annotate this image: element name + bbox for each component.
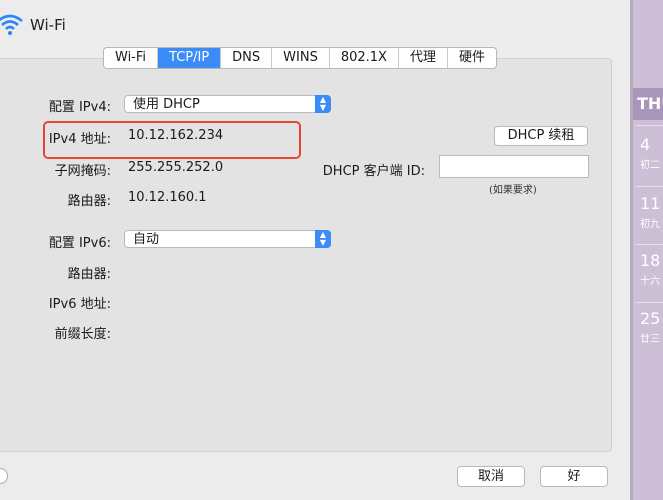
calendar-day-header: THU — [633, 88, 663, 120]
calendar-divider — [635, 244, 663, 245]
calendar-day-number: 25 — [640, 309, 661, 328]
settings-panel — [0, 58, 612, 452]
configure-ipv6-value: 自动 — [133, 232, 160, 247]
ok-button[interactable]: 好 — [540, 466, 608, 487]
help-button[interactable] — [0, 468, 8, 484]
ipv6-router-label: 路由器: — [67, 267, 111, 282]
configure-ipv4-value: 使用 DHCP — [133, 97, 200, 112]
subnet-mask-value: 255.255.252.0 — [128, 160, 224, 175]
calendar-lunar-date: 十六 — [640, 276, 660, 287]
tab-8021x[interactable]: 802.1X — [330, 48, 399, 68]
calendar-lunar-date: 初二 — [640, 160, 660, 171]
configure-ipv4-label: 配置 IPv4: — [48, 100, 111, 115]
subnet-mask-label: 子网掩码: — [54, 164, 111, 179]
calendar-day-number: 11 — [640, 194, 661, 213]
calendar-day-number: 4 — [640, 135, 651, 154]
tab-wins[interactable]: WINS — [272, 48, 330, 68]
tab-wifi[interactable]: Wi-Fi — [104, 48, 159, 68]
calendar-day-number: 18 — [640, 251, 661, 270]
dhcp-renew-button[interactable]: DHCP 续租 — [494, 126, 588, 146]
ipv6-address-label: IPv6 地址: — [48, 297, 111, 312]
chevron-updown-icon: ▲ ▼ — [315, 95, 331, 113]
calendar-divider — [635, 302, 663, 303]
dhcp-client-id-hint: (如果要求) — [489, 185, 537, 196]
cancel-button[interactable]: 取消 — [457, 466, 525, 487]
tab-proxy[interactable]: 代理 — [399, 48, 448, 68]
tab-hardware[interactable]: 硬件 — [448, 48, 496, 68]
calendar-lunar-date: 初九 — [640, 219, 660, 230]
configure-ipv6-select[interactable]: 自动 ▲ ▼ — [124, 230, 331, 248]
wifi-icon — [0, 14, 23, 35]
window-title: Wi-Fi — [30, 16, 66, 34]
window-edge — [630, 0, 633, 500]
chevron-updown-icon: ▲ ▼ — [315, 230, 331, 248]
configure-ipv6-label: 配置 IPv6: — [48, 236, 111, 251]
calendar-divider — [635, 186, 663, 187]
configure-ipv4-select[interactable]: 使用 DHCP ▲ ▼ — [124, 95, 331, 113]
calendar-divider — [635, 125, 663, 126]
dhcp-client-id-label: DHCP 客户端 ID: — [322, 164, 425, 179]
ipv4-address-highlight — [43, 121, 301, 159]
background-calendar-window: THU — [630, 0, 663, 500]
calendar-lunar-date: 廿三 — [640, 334, 660, 345]
tab-dns[interactable]: DNS — [221, 48, 273, 68]
router-label: 路由器: — [67, 194, 111, 209]
tab-tcpip[interactable]: TCP/IP — [158, 48, 222, 68]
dhcp-client-id-input[interactable] — [439, 155, 589, 178]
window-titlebar: Wi-Fi — [0, 0, 630, 48]
prefix-length-label: 前缀长度: — [54, 327, 111, 342]
tab-bar: Wi-Fi TCP/IP DNS WINS 802.1X 代理 硬件 — [103, 47, 497, 69]
router-value: 10.12.160.1 — [128, 190, 207, 205]
